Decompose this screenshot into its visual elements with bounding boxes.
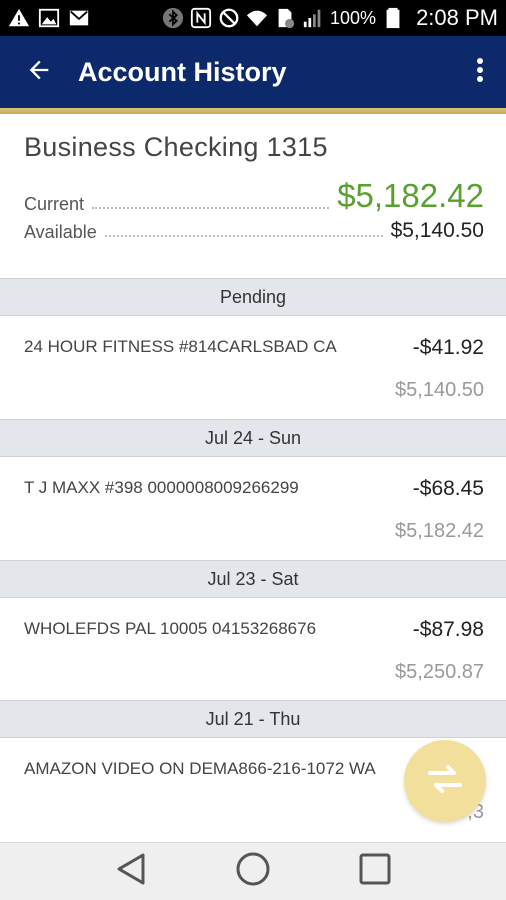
available-label: Available <box>24 222 97 242</box>
app-bar: Account History <box>0 36 506 108</box>
account-summary: Business Checking 1315 Current $5,182.42… <box>0 114 506 278</box>
dotted-leader <box>92 207 330 209</box>
do-not-disturb-icon <box>218 7 240 29</box>
transfer-arrows-icon <box>428 764 462 799</box>
current-balance: $5,182.42 <box>337 177 484 214</box>
transfer-button[interactable] <box>404 740 486 822</box>
transaction-amount: -$41.92 <box>412 336 484 359</box>
nav-recents-button[interactable] <box>353 850 397 894</box>
section-header: Jul 21 - Thu <box>0 700 506 738</box>
section-header: Pending <box>0 278 506 316</box>
warning-icon <box>8 7 30 29</box>
signal-icon <box>302 7 324 29</box>
sim-icon <box>274 7 296 29</box>
transaction-description: AMAZON VIDEO ON DEMA866-216-1072 WA <box>24 759 376 778</box>
account-name: Business Checking 1315 <box>24 132 328 162</box>
battery-percent: 100% <box>330 7 377 28</box>
arrow-left-icon <box>25 56 53 89</box>
running-balance: $5,250.87 <box>395 661 484 683</box>
bluetooth-icon <box>162 7 184 29</box>
transaction-row[interactable]: T J MAXX #398 0000008009266299 -$68.45 $… <box>0 457 506 559</box>
transaction-row[interactable]: 24 HOUR FITNESS #814CARLSBAD CA -$41.92 … <box>0 316 506 418</box>
nav-back-button[interactable] <box>109 850 153 894</box>
battery-icon <box>382 7 404 29</box>
system-nav-bar <box>0 842 506 900</box>
image-icon <box>38 7 60 29</box>
clock: 2:08 PM <box>416 5 498 30</box>
section-header: Jul 24 - Sun <box>0 419 506 457</box>
transaction-amount: -$68.45 <box>412 477 484 500</box>
available-balance-row: Available $5,140.50 <box>24 219 484 243</box>
more-vert-icon <box>476 57 484 88</box>
transaction-description: 24 HOUR FITNESS #814CARLSBAD CA <box>24 337 337 356</box>
current-balance-row: Current $5,182.42 <box>24 177 484 215</box>
back-button[interactable] <box>0 36 78 108</box>
mail-icon <box>68 7 90 29</box>
page-title: Account History <box>78 56 287 87</box>
home-circle-icon <box>235 851 271 892</box>
transaction-row[interactable]: WHOLEFDS PAL 10005 04153268676 -$87.98 $… <box>0 598 506 700</box>
status-bar: 100% 2:08 PM <box>0 0 506 36</box>
transaction-description: T J MAXX #398 0000008009266299 <box>24 478 299 497</box>
section-header: Jul 23 - Sat <box>0 560 506 598</box>
transaction-amount: -$87.98 <box>412 618 484 641</box>
available-balance: $5,140.50 <box>390 219 484 242</box>
transaction-description: WHOLEFDS PAL 10005 04153268676 <box>24 619 317 638</box>
wifi-icon <box>246 7 268 29</box>
overflow-menu-button[interactable] <box>454 36 506 108</box>
running-balance: $5,182.42 <box>395 520 484 542</box>
back-triangle-icon <box>115 852 147 891</box>
nav-home-button[interactable] <box>231 850 275 894</box>
running-balance: $5,140.50 <box>395 379 484 401</box>
dotted-leader <box>104 235 383 237</box>
nfc-icon <box>190 7 212 29</box>
recents-square-icon <box>358 852 392 891</box>
current-label: Current <box>24 194 85 214</box>
